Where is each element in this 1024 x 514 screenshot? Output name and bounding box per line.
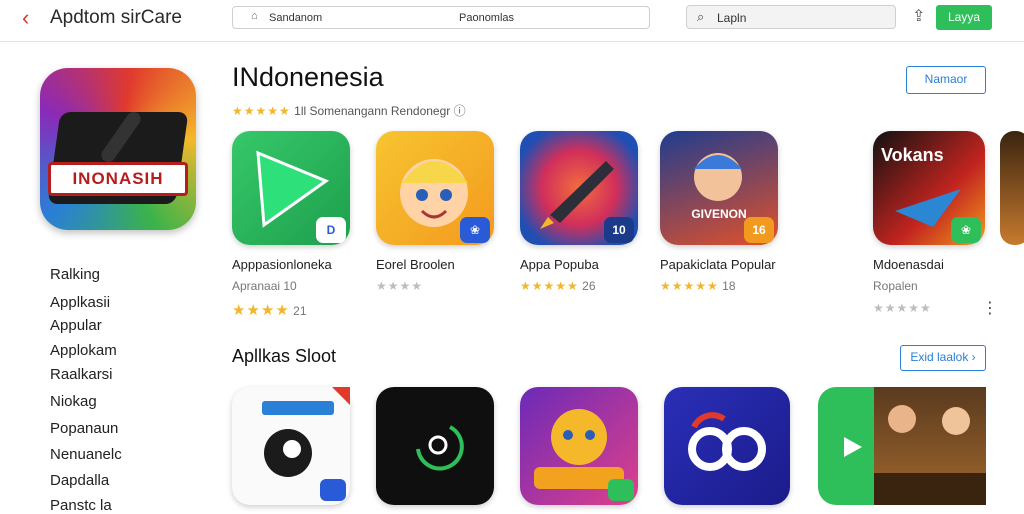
app-rating: ★★★★★ 26 <box>520 279 596 293</box>
sidebar-item-raalkarsi[interactable]: Raalkarsi <box>50 366 113 383</box>
see-all-button[interactable]: Exid laalok › <box>900 345 986 371</box>
app-badge: 16 <box>744 217 774 243</box>
app-title: Apdtom sirCare <box>50 7 182 28</box>
featured-app-icon[interactable]: INONASIH <box>40 68 196 230</box>
app-rating: ★★★★ <box>376 279 423 293</box>
hero-label: INONASIH <box>48 162 188 196</box>
sidebar-item-applokam[interactable]: Applokam <box>50 342 117 359</box>
rating-stars: ★★★★ <box>232 302 290 319</box>
app-name: Appa Popuba <box>520 257 599 272</box>
rating-count: 26 <box>582 279 596 293</box>
search-input[interactable]: ⌕ Lapln <box>686 5 896 29</box>
sidebar-item-ralking[interactable]: Ralking <box>50 266 100 283</box>
sidebar-item-nenuanelc[interactable]: Nenuanelc <box>50 446 122 463</box>
infinity-icon <box>688 412 766 471</box>
subtitle-text: 1ll Somenangann Rendonegr <box>294 104 451 118</box>
layya-button[interactable]: Layya <box>936 5 992 30</box>
app-icon[interactable] <box>376 387 494 505</box>
sidebar-item-dapdalla[interactable]: Dapdalla <box>50 472 109 489</box>
app-badge: ❀ <box>460 217 490 243</box>
app-meta: Apranaai 10 <box>232 279 297 293</box>
search-icon: ⌕ <box>697 9 705 24</box>
sidebar-item-appular[interactable]: Appular <box>50 317 102 334</box>
app-badge: ❀ <box>951 217 981 243</box>
app-badge: 10 <box>604 217 634 243</box>
video-thumbnail[interactable] <box>874 387 986 505</box>
sidebar-item-panstc[interactable]: Panstc la <box>50 497 112 514</box>
top-bar: ‹ Apdtom sirCare ⌂ Sandanom Paonomlas ⌕ … <box>0 0 1024 42</box>
sidebar-item-applkasii[interactable]: Applkasii <box>50 294 110 311</box>
chat-icon <box>262 387 350 501</box>
chevron-left-icon[interactable]: ‹ <box>22 7 29 29</box>
app-rating: ★★★★★ <box>873 301 932 315</box>
app-icon[interactable] <box>232 387 350 505</box>
cartoon-bear-icon <box>534 409 634 501</box>
namaor-button[interactable]: Namaor <box>906 66 986 94</box>
rating-stars: ★★★★★ <box>520 279 579 293</box>
section-title: Apllkas Sloot <box>232 346 337 366</box>
rating-stars: ★★★★★ <box>232 104 291 118</box>
page-subtitle: ★★★★★ 1ll Somenangann Rendonegr ⓘ <box>232 102 466 119</box>
app-name: Papakiclata Popular <box>660 257 776 272</box>
share-icon[interactable]: ⇪ <box>912 6 925 26</box>
app-name: Mdoenasdai <box>873 257 944 272</box>
lock-icon: ⌂ <box>251 10 258 22</box>
address-text-left: Sandanom <box>269 12 323 24</box>
app-meta: Ropalen <box>873 279 918 293</box>
info-icon[interactable]: ⓘ <box>454 104 466 118</box>
app-icon[interactable] <box>818 387 878 505</box>
rating-count: 21 <box>293 304 307 318</box>
swirl-icon <box>416 425 464 471</box>
people-icon <box>874 405 986 505</box>
more-options-icon[interactable]: ⋮ <box>982 298 998 318</box>
rating-stars: ★★★★★ <box>873 301 932 315</box>
app-name: Eorel Broolen <box>376 257 455 272</box>
address-bar[interactable]: ⌂ Sandanom Paonomlas <box>232 6 650 29</box>
app-rating: ★★★★★ 18 <box>660 279 736 293</box>
rating-count: 18 <box>722 279 736 293</box>
search-input-text: Lapln <box>717 11 747 25</box>
app-icon-partial[interactable] <box>1000 131 1024 245</box>
app-name: Apppasionloneka <box>232 257 332 272</box>
sidebar-item-niokag[interactable]: Niokag <box>50 393 97 410</box>
rating-stars: ★★★★★ <box>660 279 719 293</box>
app-rating: ★★★★ 21 <box>232 301 307 319</box>
page-title: INdonenesia <box>232 62 384 92</box>
sidebar-item-popanaun[interactable]: Popanaun <box>50 420 118 437</box>
rating-stars: ★★★★ <box>376 279 424 293</box>
tile-label: Vokans <box>881 145 944 165</box>
app-icon[interactable] <box>664 387 790 505</box>
address-text-right: Paonomlas <box>459 12 515 24</box>
app-badge: D <box>316 217 346 243</box>
play-icon <box>844 437 862 457</box>
app-icon[interactable] <box>520 387 638 505</box>
